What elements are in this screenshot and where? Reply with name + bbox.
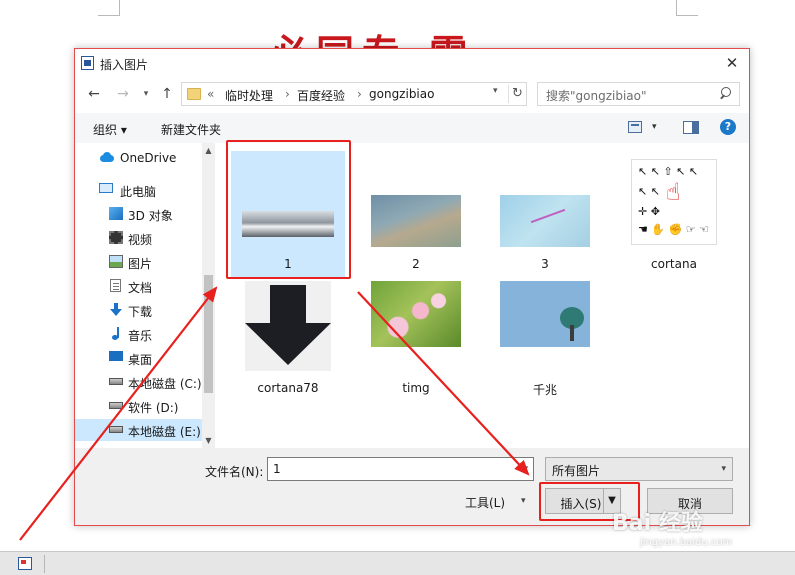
annotation-arrows xyxy=(19,286,530,541)
watermark-url: jingyan.baidu.com xyxy=(640,537,733,548)
annotation-arrow-to-insert xyxy=(357,291,530,476)
annotation-arrow-to-thumbnail xyxy=(19,286,218,541)
watermark-logo: Bai 经验 xyxy=(612,511,703,536)
screen: 必同专 雷 插入图片 ✕ ← → ▾ ↑ « 临时处理 › 百度经验 › gon… xyxy=(0,0,795,575)
